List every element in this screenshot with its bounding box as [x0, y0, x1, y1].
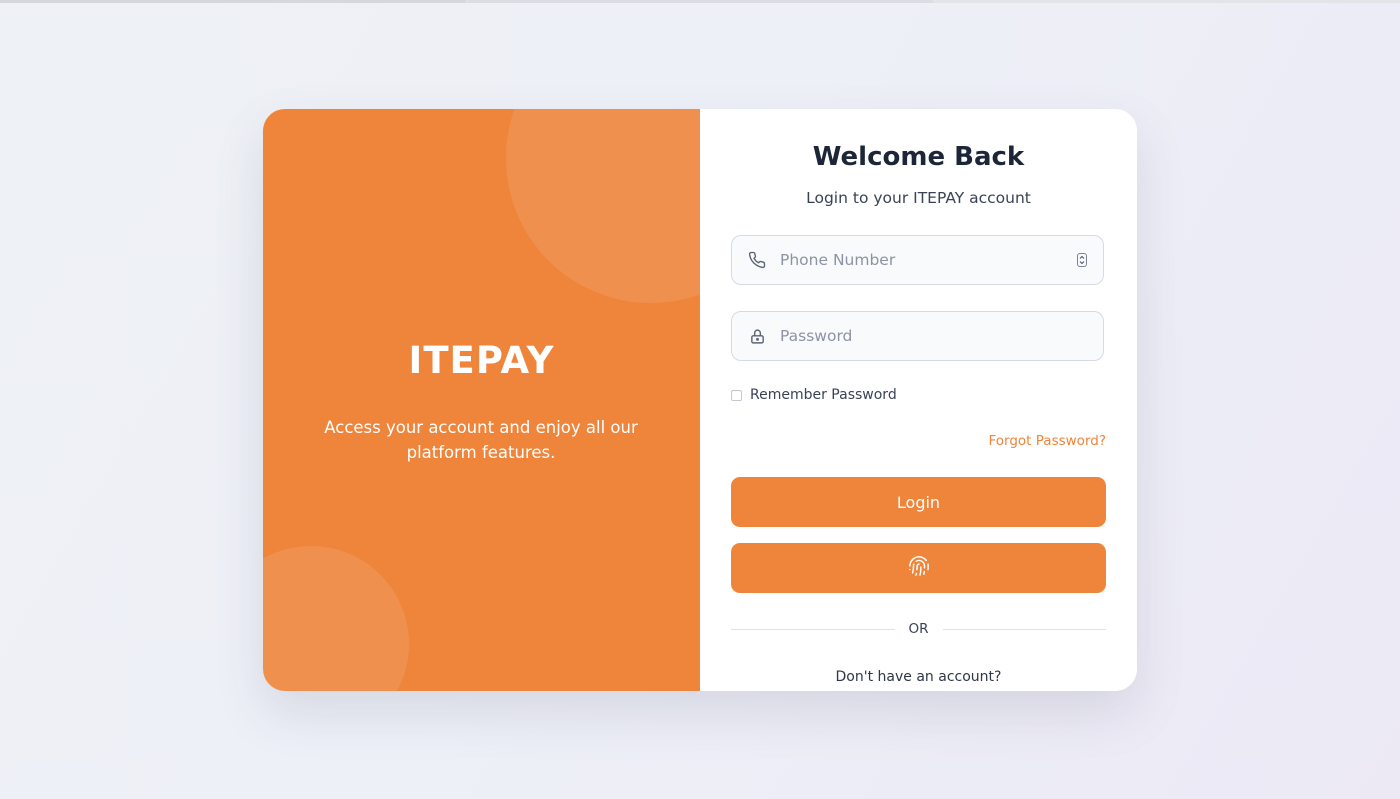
phone-field[interactable]: [731, 235, 1104, 285]
browser-top-strip: [0, 0, 1400, 3]
login-button[interactable]: Login: [731, 477, 1106, 527]
remember-password[interactable]: Remember Password: [731, 387, 897, 403]
divider-line: [942, 628, 1107, 630]
biometric-login-button[interactable]: [731, 543, 1106, 593]
remember-checkbox[interactable]: [731, 389, 742, 401]
password-input[interactable]: [778, 326, 1062, 346]
login-form-panel: Welcome Back Login to your ITEPAY accoun…: [700, 109, 1137, 691]
page-title: Welcome Back: [812, 142, 1025, 172]
divider-line: [731, 628, 895, 630]
fingerprint-icon: [908, 555, 930, 581]
lock-icon: [747, 326, 767, 346]
brand-panel: ITEPAY Access your account and enjoy all…: [263, 109, 700, 691]
password-field[interactable]: [731, 311, 1104, 361]
decorative-circle: [263, 546, 409, 691]
forgot-password-link[interactable]: Forgot Password?: [989, 433, 1107, 449]
phone-icon: [747, 250, 767, 270]
spinner-arrows-icon[interactable]: [1077, 253, 1087, 267]
top-strip-segment: [0, 0, 466, 3]
signup-prompt: Don't have an account?: [835, 669, 1002, 685]
or-divider: OR: [731, 621, 1107, 637]
login-card: ITEPAY Access your account and enjoy all…: [263, 109, 1137, 691]
page-subtitle: Login to your ITEPAY account: [806, 189, 1031, 207]
brand-name: ITEPAY: [408, 339, 555, 382]
decorative-circle: [506, 109, 700, 303]
top-strip-segment: [467, 0, 933, 3]
brand-tagline: Access your account and enjoy all our pl…: [324, 418, 638, 462]
divider-text: OR: [908, 621, 929, 637]
remember-label: Remember Password: [750, 387, 897, 403]
phone-input[interactable]: [778, 250, 1062, 270]
